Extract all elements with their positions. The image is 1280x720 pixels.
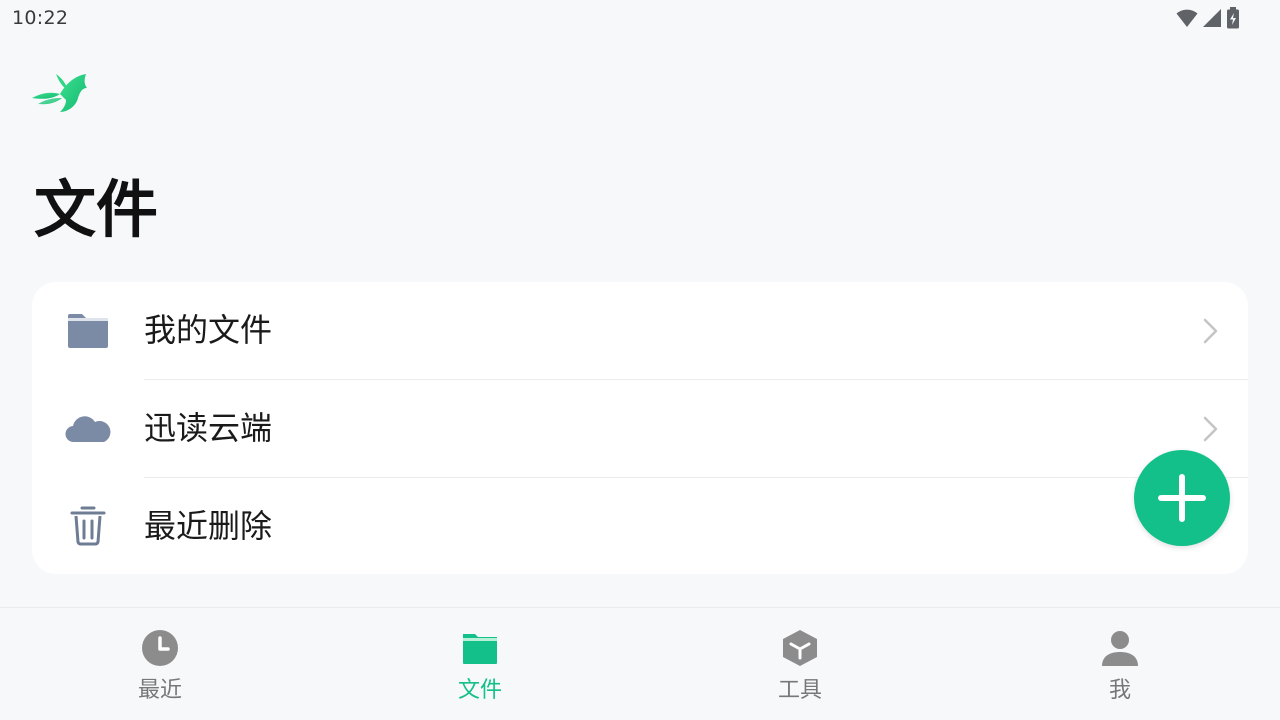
signal-icon <box>1203 9 1221 27</box>
nav-item-me[interactable]: 我 <box>960 608 1280 720</box>
wifi-icon <box>1176 9 1198 27</box>
screen: 10:22 文件 我的文件 迅读云端 最近删除 最近 文件 工具 我 <box>0 0 1280 720</box>
nav-label: 我 <box>1108 678 1131 703</box>
menu-item-label: 最近删除 <box>144 507 273 545</box>
page-title: 文件 <box>34 173 159 246</box>
nav-item-files[interactable]: 文件 <box>320 608 640 720</box>
status-icons <box>1176 6 1240 30</box>
menu-item-label: 迅读云端 <box>144 409 273 447</box>
file-menu-card: 我的文件 迅读云端 最近删除 <box>32 282 1248 574</box>
chevron-right-icon <box>1203 416 1218 442</box>
swallow-logo-icon <box>32 74 87 112</box>
folder-icon <box>68 314 108 348</box>
menu-item-label: 我的文件 <box>144 311 273 349</box>
nav-item-recent[interactable]: 最近 <box>0 608 320 720</box>
menu-item-my-files[interactable]: 我的文件 <box>32 282 1248 379</box>
status-time: 10:22 <box>12 7 69 29</box>
add-button[interactable] <box>1134 450 1230 546</box>
battery-charging-icon <box>1227 7 1239 29</box>
nav-item-tools[interactable]: 工具 <box>640 608 960 720</box>
status-bar: 10:22 <box>0 0 1280 36</box>
nav-label: 工具 <box>777 678 822 703</box>
trash-icon <box>70 506 106 546</box>
bottom-nav: 最近 文件 工具 我 <box>0 607 1280 720</box>
plus-icon <box>1158 474 1206 522</box>
nav-label: 最近 <box>137 678 182 703</box>
menu-item-cloud[interactable]: 迅读云端 <box>32 380 1248 477</box>
menu-item-recently-deleted[interactable]: 最近删除 <box>32 478 1248 574</box>
clock-icon <box>142 630 178 666</box>
cloud-icon <box>65 416 111 443</box>
folder-icon <box>463 634 497 664</box>
nav-label: 文件 <box>457 678 502 703</box>
box-icon <box>783 630 817 666</box>
person-icon <box>1102 631 1138 666</box>
chevron-right-icon <box>1203 318 1218 344</box>
